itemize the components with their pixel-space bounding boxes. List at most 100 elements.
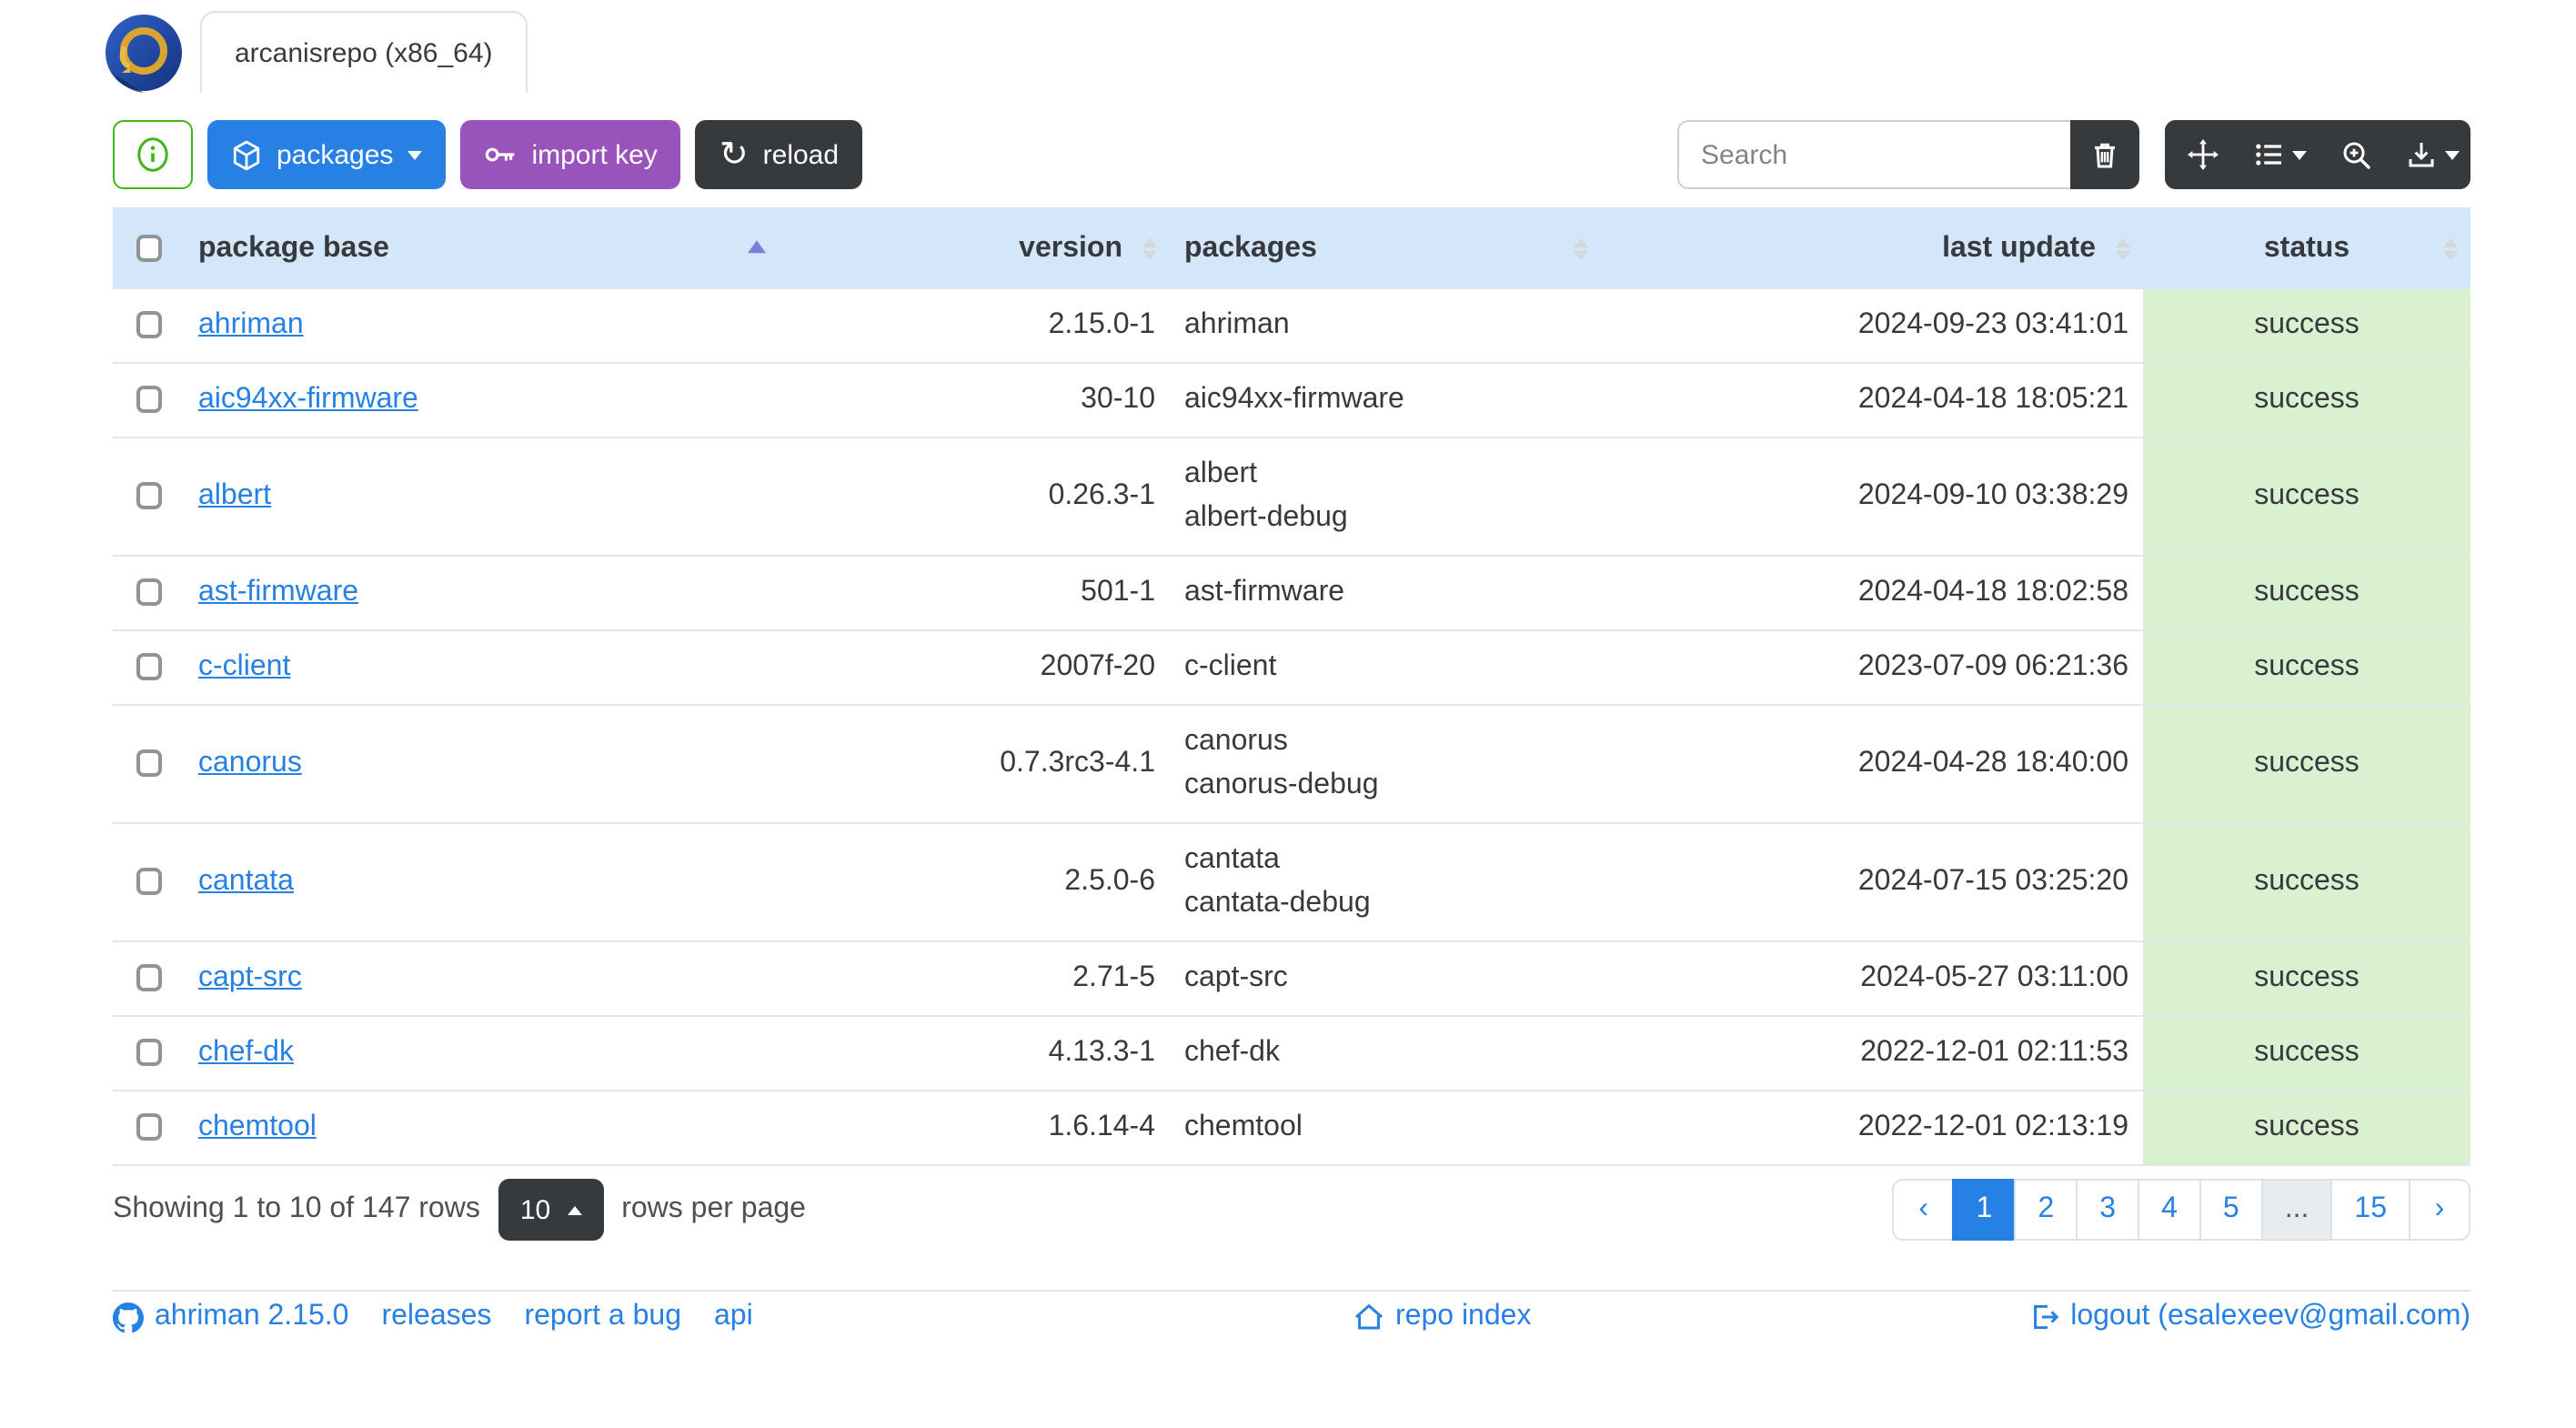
packages-button-label: packages xyxy=(277,139,394,170)
package-last-update: 2024-05-27 03:11:00 xyxy=(1601,940,2143,1016)
package-base-link[interactable]: aic94xx-firmware xyxy=(198,384,418,415)
report-bug-link[interactable]: report a bug xyxy=(524,1301,681,1333)
tab-repository-label: arcanisrepo (x86_64) xyxy=(235,37,493,68)
table-row: c-client 2007f-20 c-client 2023-07-09 06… xyxy=(113,629,2470,705)
reload-button[interactable]: ↻ reload xyxy=(695,120,863,189)
package-last-update: 2024-09-23 03:41:01 xyxy=(1857,309,2128,340)
prev-page-button[interactable]: ‹ xyxy=(1892,1179,1955,1241)
page-button-2[interactable]: 2 xyxy=(2014,1179,2078,1241)
sort-both-icon xyxy=(1142,237,1157,259)
package-name: albert xyxy=(1184,458,1258,489)
package-base-link[interactable]: cantata xyxy=(198,866,294,897)
sort-both-icon xyxy=(2116,237,2130,259)
page-button-3[interactable]: 3 xyxy=(2076,1179,2140,1241)
table-header-row: package base version packages last updat… xyxy=(113,207,2470,289)
package-name: chemtool xyxy=(1184,1111,1303,1142)
export-dropdown-button[interactable] xyxy=(2394,120,2470,189)
package-status-badge: success xyxy=(2143,1015,2470,1091)
column-header-version[interactable]: version xyxy=(782,207,1170,289)
api-link[interactable]: api xyxy=(714,1301,753,1333)
package-list: ahriman xyxy=(1170,289,1601,363)
chevron-up-icon xyxy=(567,1205,582,1214)
chevron-down-icon xyxy=(408,150,423,159)
row-checkbox-cell xyxy=(113,629,184,705)
table-row: cantata 2.5.0-6 cantata cantata-debug 202… xyxy=(113,822,2470,941)
repo-index-link[interactable]: repo index xyxy=(1353,1301,1531,1333)
sort-both-icon xyxy=(1574,237,1588,259)
package-base-link[interactable]: c-client xyxy=(198,651,290,682)
key-icon xyxy=(484,140,517,169)
api-label: api xyxy=(714,1301,753,1332)
page-button-1[interactable]: 1 xyxy=(1952,1179,2017,1241)
row-checkbox[interactable] xyxy=(136,482,161,510)
select-all-checkbox-cell[interactable] xyxy=(113,207,184,289)
logout-label: logout (esalexeev@gmail.com) xyxy=(2070,1301,2470,1332)
package-status-badge: success xyxy=(2143,940,2470,1016)
columns-dropdown-button[interactable] xyxy=(2241,120,2318,189)
ahriman-logo xyxy=(104,13,184,93)
rows-summary: Showing 1 to 10 of 147 rows xyxy=(113,1193,480,1224)
page-button-5[interactable]: 5 xyxy=(2199,1179,2263,1241)
packages-dropdown-button[interactable]: packages xyxy=(207,120,447,189)
table-body: ahriman 2.15.0-1 ahriman 2024-09-23 03:4… xyxy=(113,289,2470,1165)
releases-link[interactable]: releases xyxy=(381,1301,491,1333)
package-last-update: 2023-07-09 06:21:36 xyxy=(1601,629,2143,705)
info-button[interactable] xyxy=(113,120,193,189)
package-status-badge: success xyxy=(2143,289,2470,363)
package-base-link[interactable]: chemtool xyxy=(198,1111,317,1142)
package-base-link[interactable]: chef-dk xyxy=(198,1037,294,1068)
reload-button-label: reload xyxy=(762,139,840,170)
column-header-packages[interactable]: packages xyxy=(1170,207,1601,289)
package-status-badge: success xyxy=(2143,1090,2470,1165)
row-checkbox[interactable] xyxy=(136,653,161,681)
clear-search-button[interactable] xyxy=(2070,120,2139,189)
select-all-checkbox[interactable] xyxy=(136,234,161,262)
column-header-status[interactable]: status xyxy=(2143,207,2470,289)
download-icon xyxy=(2406,140,2435,169)
column-header-package-base[interactable]: package base xyxy=(184,207,782,289)
package-base-link[interactable]: ahriman xyxy=(198,309,304,340)
package-last-update: 2024-04-18 18:05:21 xyxy=(1601,362,2143,437)
repo-index-label: repo index xyxy=(1395,1301,1532,1332)
search-input[interactable] xyxy=(1677,120,2070,189)
package-name: albert-debug xyxy=(1184,502,1348,533)
table-tools-group xyxy=(2165,120,2470,189)
row-checkbox[interactable] xyxy=(136,578,161,607)
package-name: cantata-debug xyxy=(1184,888,1371,919)
column-header-label: packages xyxy=(1184,232,1317,263)
package-base-link[interactable]: ast-firmware xyxy=(198,577,358,608)
package-last-update: 2024-07-15 03:25:20 xyxy=(1601,822,2143,941)
chevron-down-icon xyxy=(2291,150,2306,159)
footer-right: logout (esalexeev@gmail.com) xyxy=(2030,1301,2470,1333)
package-version: 2007f-20 xyxy=(782,629,1170,705)
package-base-link[interactable]: albert xyxy=(198,480,271,511)
package-base-link[interactable]: capt-src xyxy=(198,962,302,993)
package-name: chef-dk xyxy=(1184,1037,1280,1068)
fullscreen-button[interactable] xyxy=(2165,120,2241,189)
pagination: ‹ 1 2 3 4 5... 15 › xyxy=(1892,1179,2470,1241)
chevron-down-icon xyxy=(2444,150,2459,159)
row-checkbox[interactable] xyxy=(136,1113,161,1141)
version-link[interactable]: ahriman 2.15.0 xyxy=(113,1301,348,1333)
tab-repository[interactable]: arcanisrepo (x86_64) xyxy=(200,11,528,93)
page-size-dropdown[interactable]: 10 xyxy=(498,1179,604,1241)
page-button-15[interactable]: 15 xyxy=(2330,1179,2410,1241)
column-header-last-update[interactable]: last update xyxy=(1601,207,2143,289)
package-base-cell: chef-dk xyxy=(184,1015,782,1091)
import-key-button[interactable]: import key xyxy=(460,120,681,189)
logout-link[interactable]: logout (esalexeev@gmail.com) xyxy=(2030,1301,2470,1333)
row-checkbox[interactable] xyxy=(136,1039,161,1067)
toggle-search-button[interactable] xyxy=(2318,120,2394,189)
row-checkbox[interactable] xyxy=(136,386,161,414)
arrows-move-icon xyxy=(2187,138,2219,171)
package-base-cell: albert xyxy=(184,437,782,556)
row-checkbox[interactable] xyxy=(136,868,161,896)
page-button-4[interactable]: 4 xyxy=(2138,1179,2201,1241)
row-checkbox[interactable] xyxy=(136,311,161,339)
report-bug-label: report a bug xyxy=(524,1301,681,1332)
package-status-badge: success xyxy=(2143,437,2470,556)
row-checkbox[interactable] xyxy=(136,964,161,992)
package-base-link[interactable]: canorus xyxy=(198,748,302,779)
row-checkbox[interactable] xyxy=(136,749,161,778)
next-page-button[interactable]: › xyxy=(2409,1179,2470,1241)
